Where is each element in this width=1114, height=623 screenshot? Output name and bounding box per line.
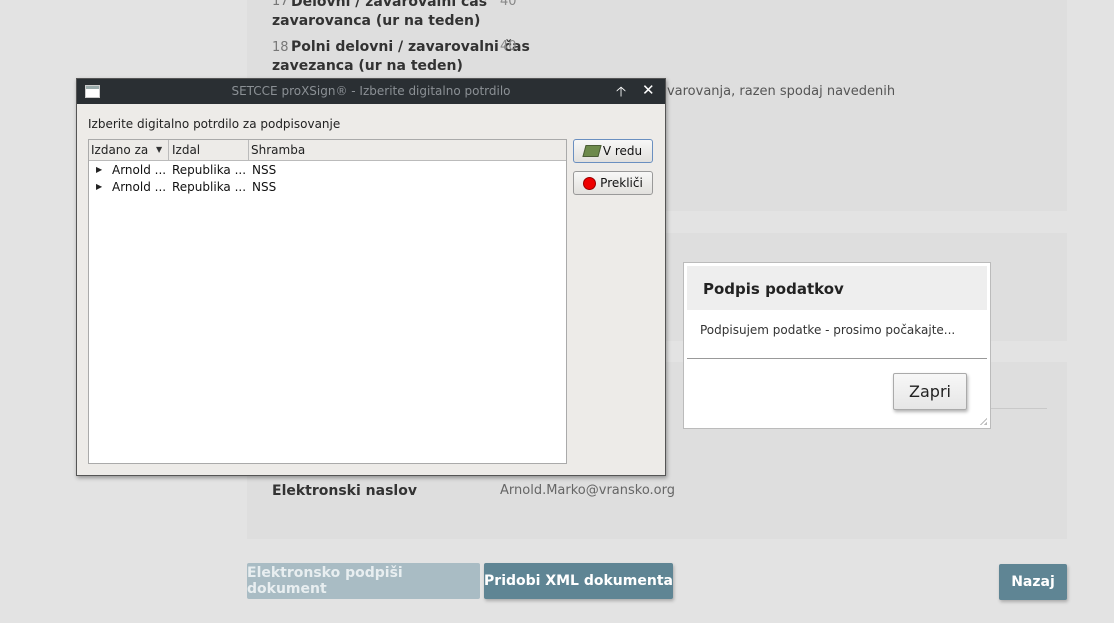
- dialog-title: Podpis podatkov: [703, 280, 844, 298]
- cert-prompt-label: Izberite digitalno potrdilo za podpisova…: [88, 117, 341, 131]
- email-label: Elektronski naslov: [272, 483, 417, 499]
- email-value: Arnold.Marko@vransko.org: [500, 483, 676, 498]
- row-label: zavezanca (ur na teden): [272, 57, 463, 76]
- ok-button[interactable]: V redu: [573, 139, 653, 163]
- close-icon[interactable]: ✕: [642, 81, 655, 99]
- sign-document-button[interactable]: Elektronsko podpiši dokument: [247, 563, 480, 599]
- certificate-icon: [582, 145, 602, 157]
- window-titlebar[interactable]: SETCCE proXSign® - Izberite digitalno po…: [77, 79, 665, 104]
- row-label: Polni delovni / zavarovalni čas: [291, 38, 530, 57]
- cert-issued-to: Arnold ...: [112, 163, 167, 177]
- window-title: SETCCE proXSign® - Izberite digitalno po…: [231, 84, 511, 98]
- dialog-header: Podpis podatkov: [687, 266, 987, 310]
- divider: [687, 358, 987, 359]
- column-header-issuer[interactable]: Izdal: [172, 143, 200, 157]
- row-number: 18: [272, 40, 289, 55]
- row-label-line1: Delovni / zavarovalni čas: [291, 0, 488, 10]
- cert-store: NSS: [252, 163, 277, 177]
- column-header-issued-to[interactable]: Izdano za: [91, 143, 148, 157]
- maximize-icon[interactable]: 🡡: [616, 81, 626, 105]
- sort-descending-icon: ▼: [156, 145, 163, 154]
- row-label-line2: zavezanca (ur na teden): [272, 58, 463, 74]
- cert-issuer: Republika ...: [172, 163, 247, 177]
- row-label: Delovni / zavarovalni čas: [291, 0, 487, 12]
- row-label-line1: Polni delovni / zavarovalni čas: [291, 39, 530, 55]
- cert-issued-to: Arnold ...: [112, 180, 167, 194]
- certificate-row[interactable]: ▶ Arnold ... Republika ... NSS: [89, 179, 566, 196]
- ok-button-label: V redu: [602, 144, 643, 158]
- expand-arrow-icon[interactable]: ▶: [96, 182, 102, 191]
- resize-grip-icon[interactable]: [979, 417, 987, 425]
- dialog-message: Podpisujem podatke - prosimo počakajte..…: [700, 323, 956, 337]
- list-header: Izdano za ▼ Izdal Shramba: [89, 140, 566, 161]
- row-value: 40: [500, 0, 517, 9]
- get-xml-button[interactable]: Pridobi XML dokumenta: [484, 563, 673, 599]
- row-label-line2: zavarovanca (ur na teden): [272, 13, 481, 29]
- column-separator[interactable]: [168, 140, 169, 160]
- stop-icon: [583, 176, 597, 190]
- cert-store: NSS: [252, 180, 277, 194]
- row-number: 17: [272, 0, 289, 9]
- certificate-row[interactable]: ▶ Arnold ... Republika ... NSS: [89, 162, 566, 179]
- column-separator[interactable]: [248, 140, 249, 160]
- partial-text: avarovanja, razen spodaj navedenih: [659, 84, 896, 99]
- cert-issuer: Republika ...: [172, 180, 247, 194]
- close-button[interactable]: Zapri: [893, 373, 967, 410]
- sign-data-dialog: Podpis podatkov Podpisujem podatke - pro…: [683, 262, 991, 429]
- row-value: 40: [500, 39, 517, 54]
- certificate-chooser-window: SETCCE proXSign® - Izberite digitalno po…: [76, 78, 666, 476]
- cancel-button-label: Prekliči: [600, 176, 643, 190]
- expand-arrow-icon[interactable]: ▶: [96, 165, 102, 174]
- certificate-list[interactable]: Izdano za ▼ Izdal Shramba ▶ Arnold ... R…: [88, 139, 567, 464]
- back-button[interactable]: Nazaj: [999, 564, 1067, 600]
- column-header-store[interactable]: Shramba: [251, 143, 305, 157]
- cancel-button[interactable]: Prekliči: [573, 171, 653, 195]
- row-label: zavarovanca (ur na teden): [272, 12, 480, 31]
